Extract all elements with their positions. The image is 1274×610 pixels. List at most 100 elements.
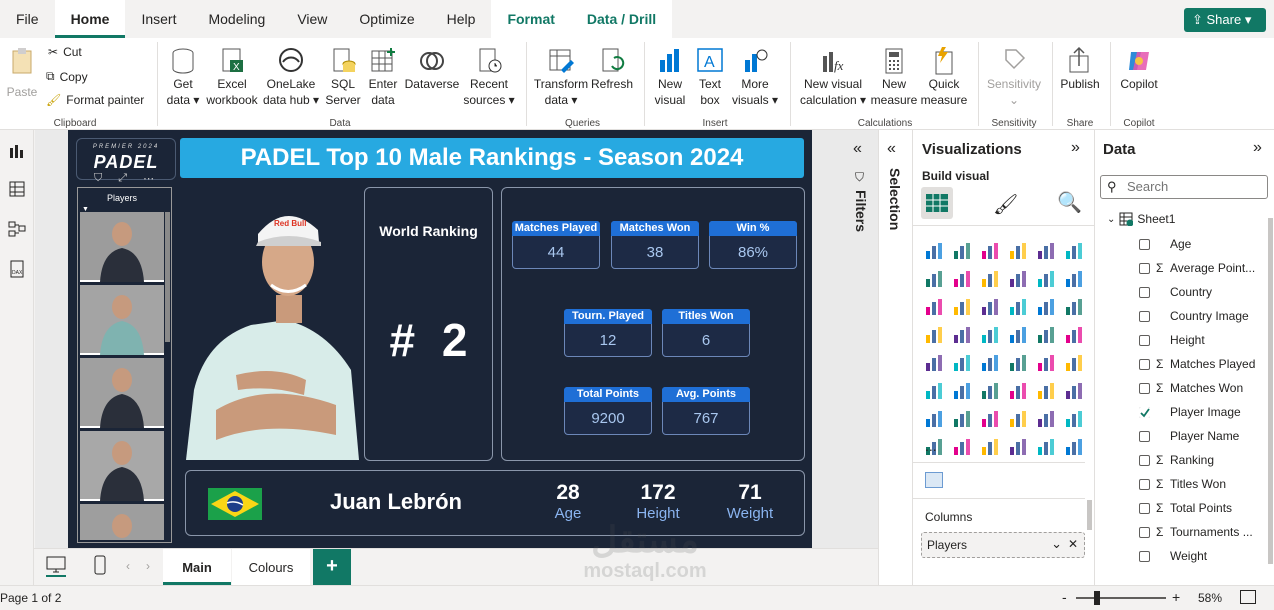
desktop-layout-icon[interactable] [46,556,66,577]
scroll-left-icon[interactable]: ‹ [126,559,130,573]
visual-type-icon[interactable] [981,354,999,372]
filters-pane-collapsed[interactable]: « ⛉ Filters « Selection [853,130,912,585]
quick-measure-button[interactable]: Quick measure [920,46,968,108]
menu-file[interactable]: File [0,0,55,38]
visual-type-icon[interactable] [981,298,999,316]
visual-type-icon[interactable] [953,382,971,400]
new-measure-button[interactable]: New measure [870,46,918,108]
data-field[interactable]: Σ Titles Won [1095,472,1226,496]
data-field[interactable]: Country Image [1095,304,1249,328]
format-painter-button[interactable]: 🖌 Format painter [46,93,144,107]
visual-type-icon[interactable] [1009,354,1027,372]
visual-type-icon[interactable] [925,270,943,288]
field-checkbox[interactable] [1139,358,1150,370]
menu-data-drill[interactable]: Data / Drill [570,0,673,38]
visual-type-icon[interactable] [1037,326,1055,344]
visual-type-icon[interactable] [1009,242,1027,260]
share-button[interactable]: ⇪ Share ▾ [1184,8,1266,32]
visual-type-icon[interactable] [925,326,943,344]
visual-type-icon[interactable] [953,326,971,344]
field-checkbox[interactable] [1139,454,1150,466]
data-field[interactable]: Σ Total Points [1095,496,1232,520]
field-checkbox[interactable] [1139,502,1150,514]
data-scrollbar[interactable] [1268,218,1273,564]
add-page-button[interactable]: + [313,549,351,585]
columns-well[interactable]: Players ⌄ ✕ [921,532,1085,558]
visual-type-icon[interactable] [1037,354,1055,372]
more-options-icon[interactable]: ⋯ [143,172,154,185]
image-visual-icon[interactable] [925,472,943,488]
menu-optimize[interactable]: Optimize [343,0,430,38]
menu-help[interactable]: Help [431,0,492,38]
field-checkbox[interactable] [1139,406,1150,418]
slicer-item-player[interactable] [80,358,164,428]
visual-type-icon[interactable] [1037,298,1055,316]
visual-type-icon[interactable] [1009,298,1027,316]
visual-type-icon[interactable] [1065,242,1083,260]
visual-type-icon[interactable] [981,270,999,288]
field-checkbox[interactable] [1139,334,1150,346]
data-field[interactable]: Player Image [1095,400,1241,424]
visual-type-icon[interactable] [1009,270,1027,288]
visual-type-icon[interactable] [1009,410,1027,428]
visual-type-icon[interactable] [1065,382,1083,400]
fit-to-page-icon[interactable] [1240,590,1256,604]
visual-type-icon[interactable] [953,270,971,288]
menu-insert[interactable]: Insert [125,0,192,38]
visual-type-icon[interactable] [953,438,971,456]
field-checkbox[interactable] [1139,550,1150,562]
data-field[interactable]: Σ Tournaments ... [1095,520,1253,544]
collapse-chevron-icon[interactable]: « [887,140,896,158]
field-checkbox[interactable] [1139,310,1150,322]
excel-workbook-button[interactable]: X Excel workbook [204,46,260,108]
paste-button[interactable]: Paste [6,46,38,100]
visual-type-icon[interactable] [1065,270,1083,288]
visual-type-icon[interactable] [1065,298,1083,316]
visual-type-icon[interactable] [1037,410,1055,428]
zoom-slider-thumb[interactable] [1094,591,1100,605]
selection-label[interactable]: Selection [887,168,903,230]
chevron-down-icon[interactable]: ⌄ [1051,536,1062,552]
field-checkbox[interactable] [1139,238,1150,250]
menu-format[interactable]: Format [491,0,571,38]
table-view-icon[interactable] [8,180,26,198]
analytics-icon[interactable]: 🔍 [1057,190,1082,215]
data-field[interactable]: Σ Matches Won [1095,376,1243,400]
expand-chevron-icon[interactable]: » [1071,139,1080,157]
publish-button[interactable]: Publish [1058,46,1102,92]
field-checkbox[interactable] [1139,286,1150,298]
build-visual-tab[interactable] [921,187,953,219]
data-field[interactable]: Height [1095,328,1205,352]
visual-type-icon[interactable] [953,410,971,428]
visual-type-icon[interactable] [981,326,999,344]
dax-query-view-icon[interactable]: DAX [8,260,26,278]
visual-type-icon[interactable] [1065,326,1083,344]
sensitivity-button[interactable]: Sensitivity ⌄ [984,46,1044,108]
visual-type-icon[interactable] [1037,438,1055,456]
visual-type-icon[interactable] [1009,438,1027,456]
visual-type-icon[interactable] [1009,326,1027,344]
visual-type-icon[interactable] [981,382,999,400]
zoom-slider[interactable] [1076,597,1166,599]
menu-view[interactable]: View [281,0,343,38]
transform-data-button[interactable]: Transform data ▾ [532,46,590,108]
visual-type-icon[interactable] [981,410,999,428]
visual-type-icon[interactable] [1037,382,1055,400]
new-visual-calculation-button[interactable]: fx New visual calculation ▾ [797,46,869,108]
viz-scrollbar[interactable] [1087,500,1092,530]
visual-type-icon[interactable] [1065,410,1083,428]
filter-icon[interactable]: ⛉ [94,172,102,185]
zoom-out-button[interactable]: - [1062,589,1067,605]
visual-type-icon[interactable] [925,298,943,316]
copy-button[interactable]: ⧉ Copy [46,69,88,84]
focus-mode-icon[interactable]: ⤢ [118,172,127,185]
visual-type-icon[interactable] [1009,382,1027,400]
tab-colours[interactable]: Colours [232,549,310,585]
dataverse-button[interactable]: Dataverse [403,46,461,92]
menu-home[interactable]: Home [54,0,126,38]
format-visual-icon[interactable]: 🖌 [993,192,1018,217]
data-field[interactable]: Σ Matches Played [1095,352,1255,376]
field-checkbox[interactable] [1139,478,1150,490]
data-field[interactable]: Country [1095,280,1212,304]
field-checkbox[interactable] [1139,262,1150,274]
